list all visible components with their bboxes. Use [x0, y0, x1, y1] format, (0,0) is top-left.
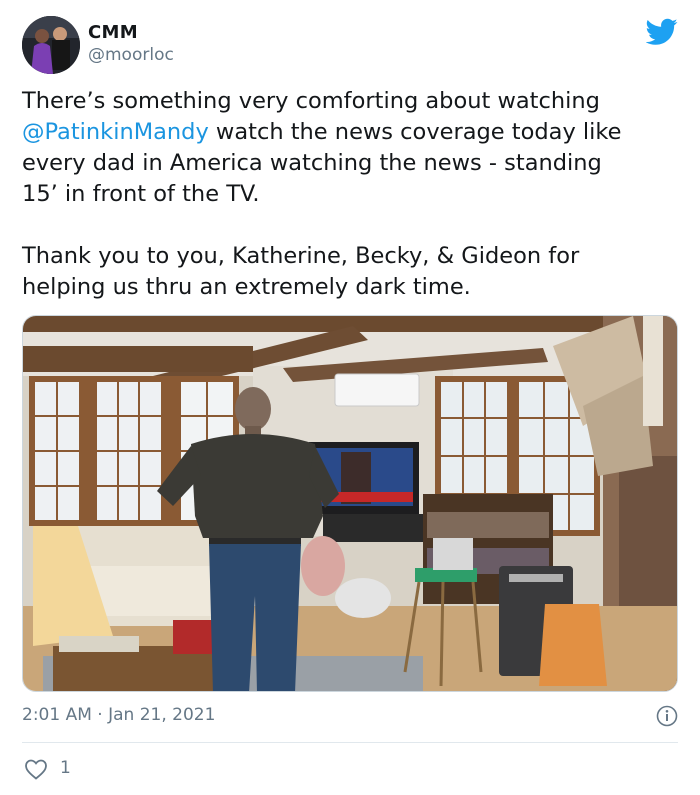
- author-avatar[interactable]: [22, 16, 80, 74]
- author-display-name[interactable]: CMM: [88, 22, 138, 43]
- tweet-line: @PatinkinMandy watch the news coverage t…: [22, 119, 622, 145]
- tweet-photo[interactable]: [22, 315, 678, 692]
- heart-icon[interactable]: [24, 758, 48, 780]
- tweet-timestamp[interactable]: 2:01 AM · Jan 21, 2021: [22, 705, 215, 725]
- divider: [22, 742, 678, 743]
- author-handle[interactable]: @moorloc: [88, 45, 174, 65]
- tweet-text: There’s something very comforting about …: [22, 86, 678, 303]
- tweet-line: There’s something very comforting about …: [22, 88, 600, 114]
- tweet-line: Thank you to you, Katherine, Becky, & Gi…: [22, 243, 580, 269]
- mention-link[interactable]: @PatinkinMandy: [22, 119, 209, 145]
- tweet-line: 15’ in front of the TV.: [22, 181, 260, 207]
- tweet-line: every dad in America watching the news -…: [22, 150, 602, 176]
- info-icon[interactable]: [656, 705, 678, 727]
- twitter-bird-icon[interactable]: [646, 18, 678, 46]
- like-count: 1: [60, 758, 71, 778]
- tweet-line: helping us thru an extremely dark time.: [22, 274, 471, 300]
